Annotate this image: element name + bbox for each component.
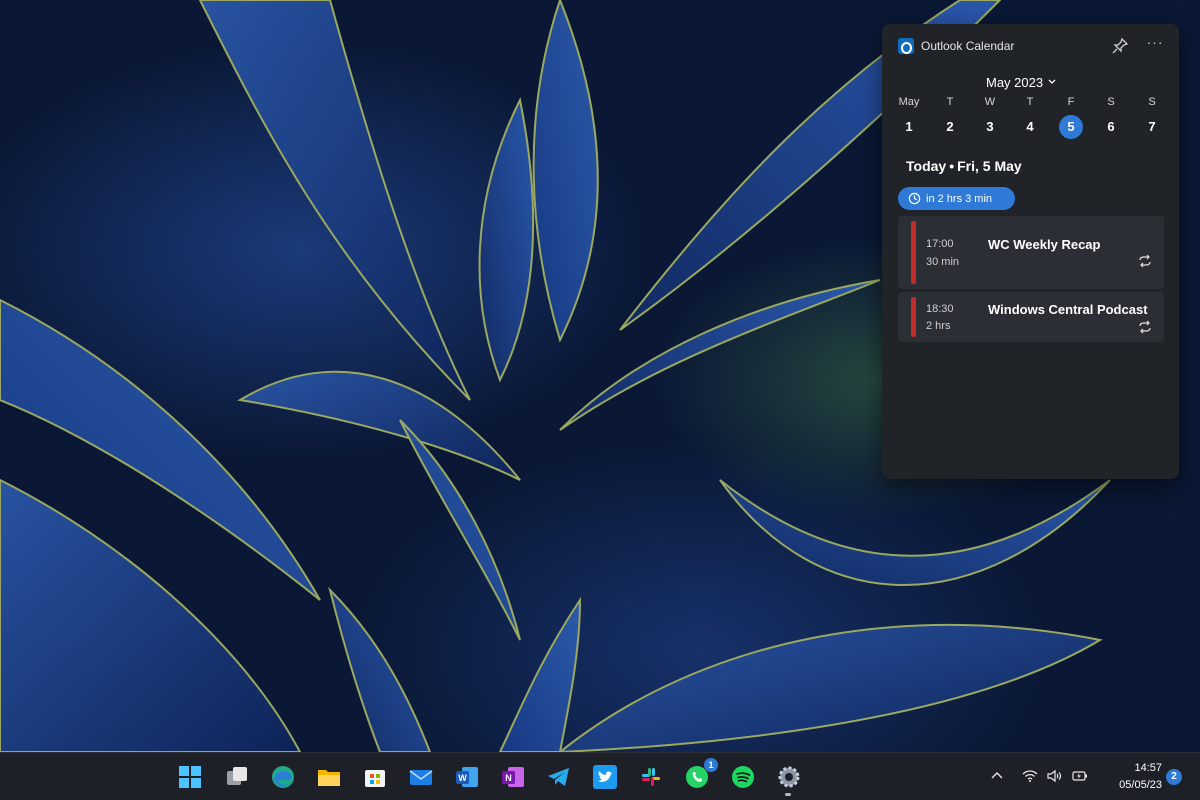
widget-header: Outlook Calendar ··· bbox=[882, 24, 1179, 68]
today-prefix: Today bbox=[906, 158, 947, 174]
today-date: Fri, 5 May bbox=[957, 158, 1022, 174]
separator-dot: • bbox=[949, 158, 955, 174]
date-number: 2 bbox=[946, 119, 954, 134]
task-view-icon[interactable] bbox=[224, 764, 250, 790]
recurring-icon bbox=[1139, 320, 1151, 334]
running-indicator bbox=[785, 793, 791, 796]
countdown-text: in 2 hrs 3 min bbox=[926, 192, 993, 205]
weekday-label: T bbox=[1026, 96, 1034, 108]
onenote-icon[interactable]: N bbox=[500, 764, 526, 790]
edge-icon[interactable] bbox=[270, 764, 296, 790]
weekday-label: S bbox=[1148, 96, 1156, 108]
taskbar: W N bbox=[0, 752, 1200, 800]
chevron-down-icon bbox=[1048, 79, 1056, 84]
date-cell-selected[interactable]: 5 bbox=[1056, 115, 1086, 139]
mail-icon[interactable] bbox=[408, 764, 434, 790]
spotify-icon[interactable] bbox=[730, 764, 756, 790]
month-label: May 2023 bbox=[986, 74, 1044, 90]
slack-icon[interactable] bbox=[638, 764, 664, 790]
date-cell[interactable]: 2 bbox=[935, 115, 965, 139]
date-cell[interactable]: 4 bbox=[1015, 115, 1045, 139]
weekday-label: W bbox=[984, 96, 996, 108]
weekday-label: F bbox=[1067, 96, 1075, 108]
word-icon[interactable]: W bbox=[454, 764, 480, 790]
wifi-icon[interactable] bbox=[1022, 768, 1038, 784]
weekday-label: S bbox=[1107, 96, 1115, 108]
outlook-icon bbox=[898, 38, 914, 54]
chevron-up-icon[interactable] bbox=[989, 768, 1005, 784]
date-cell[interactable]: 1 bbox=[894, 115, 924, 139]
outlook-calendar-widget: Outlook Calendar ··· May 2023 Today • Fri,… bbox=[882, 24, 1179, 479]
notification-count-badge[interactable]: 2 bbox=[1166, 769, 1182, 785]
countdown-pill: in 2 hrs 3 min bbox=[898, 187, 1015, 210]
telegram-icon[interactable] bbox=[546, 764, 572, 790]
event-color-bar bbox=[911, 221, 916, 284]
event-duration: 30 min bbox=[926, 256, 960, 268]
microsoft-store-icon[interactable] bbox=[362, 764, 388, 790]
event-title: Windows Central Podcast bbox=[988, 302, 1148, 317]
weekday-label: May bbox=[898, 96, 920, 108]
svg-text:W: W bbox=[458, 773, 467, 783]
whatsapp-badge: 1 bbox=[704, 758, 718, 772]
battery-icon[interactable] bbox=[1072, 768, 1088, 784]
date-number: 4 bbox=[1026, 119, 1034, 134]
file-explorer-icon[interactable] bbox=[316, 764, 342, 790]
date-number: 5 bbox=[1059, 115, 1083, 139]
clock-icon bbox=[908, 192, 921, 205]
month-selector[interactable]: May 2023 bbox=[982, 72, 1061, 92]
event-color-bar bbox=[911, 297, 916, 337]
date-number: 3 bbox=[986, 119, 994, 134]
event-card[interactable]: 17:00 30 min WC Weekly Recap bbox=[898, 216, 1164, 289]
twitter-icon[interactable] bbox=[592, 764, 618, 790]
taskbar-time[interactable]: 14:57 bbox=[1106, 762, 1162, 774]
settings-icon[interactable] bbox=[776, 764, 802, 790]
date-cell[interactable]: 3 bbox=[975, 115, 1005, 139]
weekday-label: T bbox=[946, 96, 954, 108]
date-cell[interactable]: 6 bbox=[1096, 115, 1126, 139]
more-options-icon[interactable]: ··· bbox=[1144, 34, 1166, 54]
widget-title: Outlook Calendar bbox=[921, 39, 1015, 53]
event-duration: 2 hrs bbox=[926, 320, 951, 332]
event-card[interactable]: 18:30 2 hrs Windows Central Podcast bbox=[898, 292, 1164, 342]
event-time: 17:00 bbox=[926, 238, 954, 250]
date-number: 6 bbox=[1107, 119, 1115, 134]
today-heading: Today • Fri, 5 May bbox=[906, 158, 1022, 174]
event-title: WC Weekly Recap bbox=[988, 237, 1101, 252]
volume-icon[interactable] bbox=[1046, 768, 1062, 784]
event-time: 18:30 bbox=[926, 303, 954, 315]
pin-icon[interactable] bbox=[1110, 36, 1130, 56]
taskbar-date[interactable]: 05/05/23 bbox=[1106, 779, 1162, 791]
start-icon[interactable] bbox=[177, 764, 203, 790]
recurring-icon bbox=[1139, 254, 1151, 268]
date-number: 1 bbox=[905, 119, 913, 134]
date-number: 7 bbox=[1148, 119, 1156, 134]
svg-text:N: N bbox=[505, 773, 512, 783]
date-cell[interactable]: 7 bbox=[1137, 115, 1167, 139]
